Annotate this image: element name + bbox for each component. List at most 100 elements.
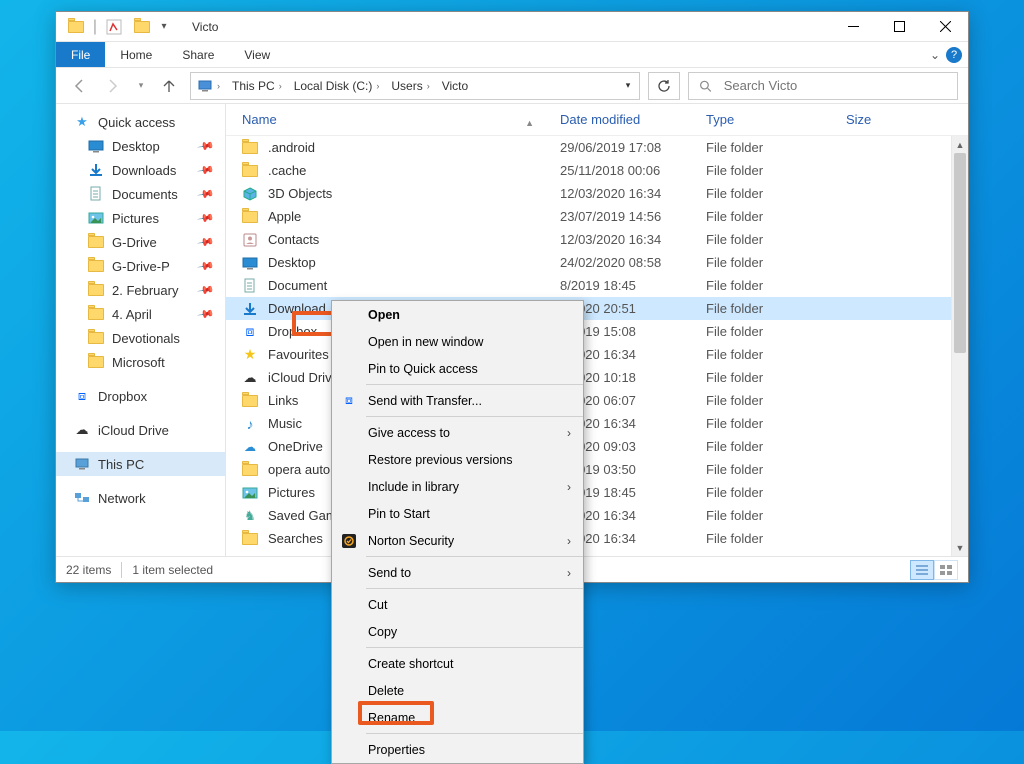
tab-home[interactable]: Home [105,42,167,67]
minimize-button[interactable] [830,12,876,42]
new-folder-qat-icon[interactable] [128,13,156,41]
ctx-restore-previous[interactable]: Restore previous versions [332,446,583,473]
file-name: Document [268,278,327,293]
breadcrumb-box[interactable]: › This PC› Local Disk (C:)› Users› Victo… [190,72,640,100]
up-button[interactable] [156,72,182,100]
column-headers: Name▲ Date modified Type Size [226,104,968,136]
ctx-norton-security[interactable]: Norton Security› [332,527,583,554]
maximize-button[interactable] [876,12,922,42]
forward-button[interactable] [100,72,126,100]
nav-item-devotionals[interactable]: Devotionals [56,326,225,350]
quick-access-toolbar: | ▾ [56,13,178,41]
nav-this-pc[interactable]: This PC [56,452,225,476]
recent-dropdown[interactable]: ▾ [134,72,148,100]
file-row[interactable]: Apple23/07/2019 14:56File folder [226,205,968,228]
ctx-rename[interactable]: Rename [332,704,583,731]
scrollbar[interactable]: ▲ ▼ [951,136,968,556]
file-row[interactable]: Desktop24/02/2020 08:58File folder [226,251,968,274]
ctx-give-access-to[interactable]: Give access to› [332,419,583,446]
file-row[interactable]: .cache25/11/2018 00:06File folder [226,159,968,182]
col-size[interactable]: Size [846,112,926,127]
qat-dropdown-icon[interactable]: ▾ [156,13,172,41]
nav-icloud[interactable]: ☁ iCloud Drive [56,418,225,442]
search-box[interactable] [688,72,958,100]
properties-qat-icon[interactable] [100,13,128,41]
file-type: File folder [706,232,846,247]
crumb-thispc[interactable]: This PC› [226,73,288,99]
ctx-properties[interactable]: Properties [332,736,583,763]
file-date: 8/2019 18:45 [560,278,706,293]
crumb-users[interactable]: Users› [385,73,435,99]
ctx-pin-to-start[interactable]: Pin to Start [332,500,583,527]
nav-item-g-drive[interactable]: G-Drive📌 [56,230,225,254]
ctx-send-to[interactable]: Send to› [332,559,583,586]
folder-icon [242,163,258,179]
crumb-disk[interactable]: Local Disk (C:)› [288,73,386,99]
desktop-icon [88,138,104,154]
submenu-arrow-icon: › [567,426,571,440]
nav-item-label: G-Drive [112,235,157,250]
tab-share[interactable]: Share [167,42,229,67]
help-button[interactable]: ? [946,47,962,63]
nav-item-downloads[interactable]: Downloads📌 [56,158,225,182]
pin-icon: 📌 [197,281,216,300]
ctx-cut[interactable]: Cut [332,591,583,618]
nav-item-4-april[interactable]: 4. April📌 [56,302,225,326]
tab-view[interactable]: View [229,42,285,67]
nav-quick-access[interactable]: ★ Quick access [56,110,225,134]
col-date[interactable]: Date modified [560,112,706,127]
ctx-delete[interactable]: Delete [332,677,583,704]
breadcrumb: › This PC› Local Disk (C:)› Users› Victo [191,73,474,99]
address-dropdown-icon[interactable]: ▾ [617,80,639,91]
scroll-down-icon[interactable]: ▼ [952,539,968,556]
file-date: 24/02/2020 08:58 [560,255,706,270]
ribbon-expand-icon[interactable]: ⌄ [930,48,940,62]
col-name[interactable]: Name▲ [242,112,560,127]
scroll-thumb[interactable] [954,153,966,353]
nav-item-pictures[interactable]: Pictures📌 [56,206,225,230]
scroll-up-icon[interactable]: ▲ [952,136,968,153]
nav-dropbox[interactable]: ⧈ Dropbox [56,384,225,408]
nav-network[interactable]: Network [56,486,225,510]
nav-item-g-drive-p[interactable]: G-Drive-P📌 [56,254,225,278]
file-row[interactable]: Document8/2019 18:45File folder [226,274,968,297]
ctx-open[interactable]: Open [332,301,583,328]
onedrive-icon: ☁ [242,439,258,455]
file-name: opera auto [268,462,330,477]
nav-item-documents[interactable]: Documents📌 [56,182,225,206]
folder-icon [242,209,258,225]
file-type: File folder [706,462,846,477]
ctx-include-in-library[interactable]: Include in library› [332,473,583,500]
nav-item-label: G-Drive-P [112,259,170,274]
file-type: File folder [706,209,846,224]
submenu-arrow-icon: › [567,480,571,494]
tab-file[interactable]: File [56,42,105,67]
ctx-send-with-transfer[interactable]: ⧈Send with Transfer... [332,387,583,414]
nav-item-2-february[interactable]: 2. February📌 [56,278,225,302]
ctx-copy[interactable]: Copy [332,618,583,645]
explorer-icon[interactable] [62,13,90,41]
folder-icon [88,258,104,274]
pictures-icon [242,485,258,501]
col-type[interactable]: Type [706,112,846,127]
crumb-victo[interactable]: Victo [436,73,474,99]
nav-item-desktop[interactable]: Desktop📌 [56,134,225,158]
view-large-icons-button[interactable] [934,560,958,580]
file-row[interactable]: Contacts12/03/2020 16:34File folder [226,228,968,251]
back-button[interactable] [66,72,92,100]
nav-item-label: 4. April [112,307,152,322]
search-input[interactable] [722,77,947,94]
file-row[interactable]: .android29/06/2019 17:08File folder [226,136,968,159]
file-type: File folder [706,370,846,385]
close-button[interactable] [922,12,968,42]
nav-item-microsoft[interactable]: Microsoft [56,350,225,374]
view-details-button[interactable] [910,560,934,580]
file-row[interactable]: 3D Objects12/03/2020 16:34File folder [226,182,968,205]
ctx-open-new-window[interactable]: Open in new window [332,328,583,355]
file-date: 25/11/2018 00:06 [560,163,706,178]
games-icon: ♞ [242,508,258,524]
ctx-pin-quick-access[interactable]: Pin to Quick access [332,355,583,382]
title-bar: | ▾ Victo [56,12,968,42]
refresh-button[interactable] [648,72,680,100]
ctx-create-shortcut[interactable]: Create shortcut [332,650,583,677]
